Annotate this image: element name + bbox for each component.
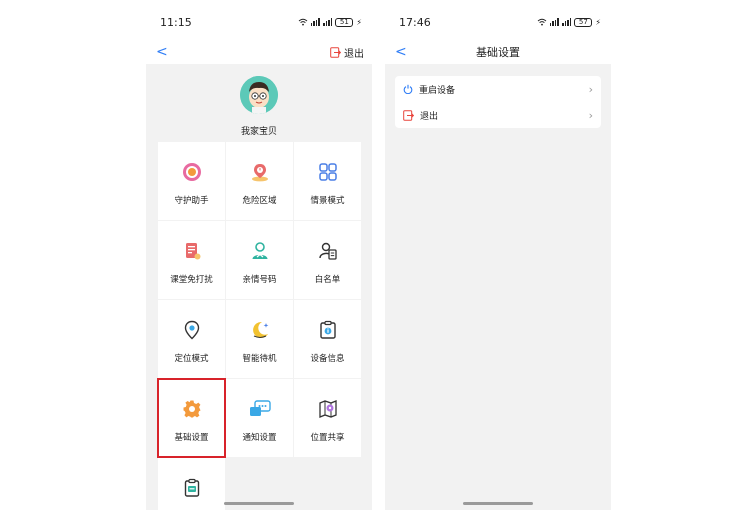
profile-name: 我家宝贝 <box>240 127 277 137</box>
wifi-icon <box>537 18 546 26</box>
feature-grid: 守护助手 危险区域 情景模式 课堂免打扰 亲情号码 白名单 定位模式 智能待机 … <box>157 142 361 510</box>
grid-item-whitelist[interactable]: 白名单 <box>294 221 361 299</box>
charging-icon: ⚡ <box>595 17 601 27</box>
grid-item-notification-settings[interactable]: 通知设置 <box>226 379 293 457</box>
charging-icon: ⚡ <box>356 17 362 27</box>
device-info-icon <box>319 320 336 339</box>
setting-restart-device[interactable]: 重启设备 › <box>395 76 601 102</box>
chevron-right-icon: › <box>588 82 593 96</box>
grid-item-label: 白名单 <box>314 275 341 285</box>
grid-item-label: 危险区域 <box>242 196 277 206</box>
back-button[interactable]: < <box>156 45 168 59</box>
avatar[interactable] <box>240 76 278 114</box>
grid-item-danger-zone[interactable]: 危险区域 <box>226 142 293 220</box>
phone-screen-left: 11:15 51 ⚡ < 退出 我家宝贝 守护助手 危险区域 情景模式 课堂免打… <box>146 0 372 510</box>
grid-item-label: 智能待机 <box>242 354 277 364</box>
class-dnd-icon <box>185 243 200 260</box>
clipboard-icon <box>184 478 199 497</box>
family-number-icon <box>252 242 267 259</box>
grid-item-family-number[interactable]: 亲情号码 <box>226 221 293 299</box>
signal-icon-2 <box>562 18 572 26</box>
phone-screen-right: 17:46 57 ⚡ < 基础设置 重启设备 › 退出 › <box>385 0 611 510</box>
exit-label: 退出 <box>344 48 364 60</box>
grid-item-basic-settings[interactable]: 基础设置 <box>157 378 226 458</box>
grid-item-more[interactable] <box>158 458 225 510</box>
grid-item-location-mode[interactable]: 定位模式 <box>158 300 225 378</box>
smart-standby-icon <box>252 321 268 338</box>
grid-item-label: 守护助手 <box>174 196 209 206</box>
grid-item-smart-standby[interactable]: 智能待机 <box>226 300 293 378</box>
grid-item-label: 课堂免打扰 <box>170 275 213 285</box>
home-indicator <box>463 502 533 505</box>
guard-icon <box>182 163 201 181</box>
battery-icon: 51 <box>335 17 354 27</box>
notification-settings-icon <box>249 400 271 416</box>
grid-item-label: 情景模式 <box>310 196 345 206</box>
status-time: 11:15 <box>160 15 192 29</box>
signal-icon-2 <box>323 18 333 26</box>
setting-label: 重启设备 <box>419 85 456 96</box>
grid-item-scene-mode[interactable]: 情景模式 <box>294 142 361 220</box>
settings-list: 重启设备 › 退出 › <box>395 76 601 128</box>
status-bar: 17:46 57 ⚡ <box>385 0 611 44</box>
exit-icon <box>330 46 341 58</box>
status-bar: 11:15 51 ⚡ <box>146 0 372 44</box>
grid-item-label: 亲情号码 <box>242 275 277 285</box>
chevron-right-icon: › <box>588 108 593 122</box>
location-share-icon <box>318 400 337 418</box>
system-icons: 57 ⚡ <box>537 17 601 27</box>
status-time: 17:46 <box>399 15 431 29</box>
exit-icon <box>403 109 414 121</box>
location-mode-icon <box>184 320 199 340</box>
whitelist-icon <box>318 242 337 260</box>
nav-bar: < 基础设置 <box>385 40 611 64</box>
power-icon <box>403 84 413 94</box>
setting-exit[interactable]: 退出 › <box>395 102 601 128</box>
grid-item-label: 设备信息 <box>310 354 345 364</box>
grid-item-guard[interactable]: 守护助手 <box>158 142 225 220</box>
basic-settings-icon <box>183 400 200 418</box>
grid-item-class-dnd[interactable]: 课堂免打扰 <box>158 221 225 299</box>
profile-header: 我家宝贝 <box>146 64 372 142</box>
signal-icon <box>310 18 320 26</box>
exit-button[interactable]: 退出 <box>330 45 364 60</box>
page-title: 基础设置 <box>476 46 520 59</box>
setting-label: 退出 <box>420 111 439 122</box>
nav-bar: < 退出 <box>146 40 372 64</box>
back-button[interactable]: < <box>395 45 407 59</box>
grid-item-label: 定位模式 <box>174 354 209 364</box>
grid-item-label: 通知设置 <box>242 433 277 443</box>
grid-item-label: 位置共享 <box>310 433 345 443</box>
signal-icon <box>549 18 559 26</box>
grid-item-label: 基础设置 <box>174 433 209 443</box>
avatar-boy-icon <box>240 76 278 114</box>
grid-item-location-share[interactable]: 位置共享 <box>294 379 361 457</box>
danger-zone-icon <box>251 164 268 182</box>
battery-icon: 57 <box>574 17 593 27</box>
wifi-icon <box>298 18 307 26</box>
scene-mode-icon <box>318 163 337 181</box>
home-indicator <box>224 502 294 505</box>
system-icons: 51 ⚡ <box>298 17 362 27</box>
grid-item-device-info[interactable]: 设备信息 <box>294 300 361 378</box>
